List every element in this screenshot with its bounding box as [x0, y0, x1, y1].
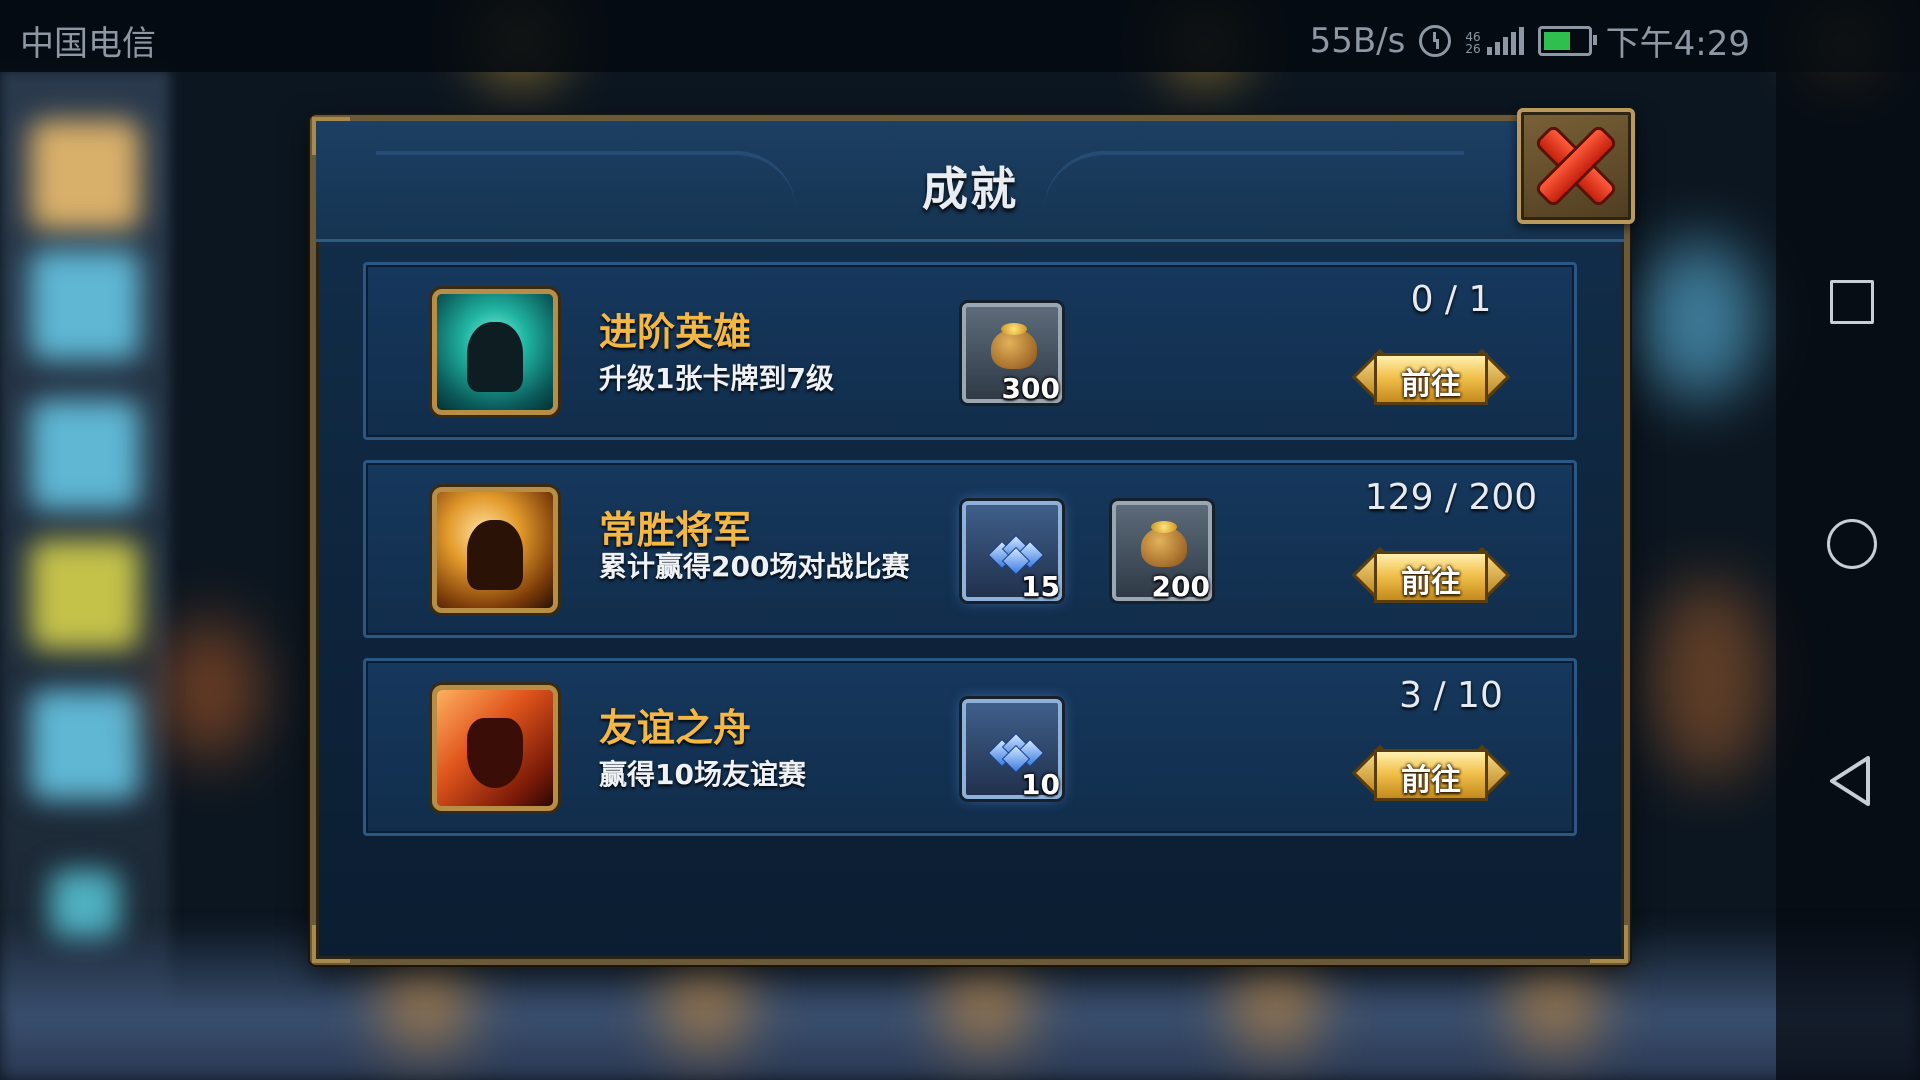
badge-art [437, 294, 553, 410]
reward-quantity: 300 [1001, 372, 1060, 405]
achievement-description: 累计赢得200场对战比赛 [599, 550, 910, 583]
badge-silhouette [467, 718, 523, 788]
badge-art [437, 690, 553, 806]
achievement-name: 常胜将军 [599, 508, 752, 552]
network-type-top: 46 [1465, 29, 1481, 44]
system-navigation-bar [1776, 72, 1920, 1080]
reward-slot: 200 [1112, 501, 1212, 603]
victory-general-icon [432, 487, 558, 613]
badge-silhouette [467, 520, 523, 590]
background-tile [30, 690, 140, 800]
background-blob [1230, 960, 1320, 1050]
achievement-description: 赢得10场友谊赛 [599, 758, 806, 791]
reward-slot: 15 [962, 501, 1062, 603]
goto-button[interactable]: 前往 [1351, 348, 1511, 409]
clock-time: 下午4:29 [1605, 24, 1750, 64]
signal-icon: 46 26 [1465, 26, 1524, 55]
goto-button-label: 前往 [1401, 367, 1461, 402]
gold-bag-icon [991, 323, 1037, 369]
achievement-progress: 129 / 200 [1364, 477, 1538, 518]
dialog-header: 成就 [316, 121, 1624, 242]
network-type-label: 46 26 [1465, 31, 1480, 55]
alarm-icon [1419, 24, 1452, 57]
reward-quantity: 200 [1151, 570, 1210, 603]
achievement-progress: 0 / 1 [1410, 279, 1492, 320]
goto-button-label: 前往 [1401, 565, 1461, 600]
background-blob [1510, 960, 1600, 1050]
reward-slot: 10 [962, 699, 1062, 801]
background-tile [30, 250, 140, 360]
achievement-row: 常胜将军 累计赢得200场对战比赛 15 200 129 / 200 前往 [363, 460, 1577, 638]
frame-corner [312, 925, 350, 963]
achievement-row: 进阶英雄 升级1张卡牌到7级 300 0 / 1 前往 [363, 262, 1577, 440]
background-tile [30, 400, 140, 510]
back-icon[interactable] [1828, 755, 1872, 807]
background-blob [1650, 580, 1770, 780]
achievement-name: 友谊之舟 [599, 706, 752, 750]
reward-quantity: 10 [1021, 768, 1060, 801]
carrier-name: 中国电信 [20, 24, 156, 64]
reward-quantity: 15 [1021, 570, 1060, 603]
achievement-row: 友谊之舟 赢得10场友谊赛 10 3 / 10 前往 [363, 658, 1577, 836]
gem-pile-icon [987, 533, 1045, 576]
status-bar: 中国电信 55B/s 46 26 下午4:29 [0, 0, 1920, 72]
gold-bag-icon [1141, 521, 1187, 567]
background-blob [660, 960, 750, 1050]
achievement-progress: 3 / 10 [1399, 675, 1503, 716]
frame-corner [1590, 925, 1628, 963]
background-blob [1640, 240, 1760, 400]
network-type-bottom: 26 [1465, 41, 1481, 56]
background-blob [160, 620, 260, 760]
background-tile [30, 120, 140, 230]
badge-silhouette [467, 322, 523, 392]
goto-button[interactable]: 前往 [1351, 546, 1511, 607]
badge-art [437, 492, 553, 608]
recent-apps-icon[interactable] [1830, 280, 1874, 324]
status-icons: 55B/s 46 26 下午4:29 [1310, 16, 1750, 65]
gem-pile-icon [987, 731, 1045, 774]
background-blob [940, 960, 1030, 1050]
achievement-name: 进阶英雄 [599, 310, 752, 354]
background-blob [380, 960, 470, 1050]
dialog-title: 成就 [922, 162, 1018, 216]
goto-button[interactable]: 前往 [1351, 744, 1511, 805]
home-icon[interactable] [1827, 519, 1877, 569]
background-tile [30, 540, 140, 650]
goto-button-label: 前往 [1401, 763, 1461, 798]
hero-upgrade-icon [432, 289, 558, 415]
achievement-description: 升级1张卡牌到7级 [599, 362, 834, 395]
battery-icon [1537, 25, 1597, 56]
network-speed: 55B/s [1309, 20, 1406, 61]
friendship-ship-icon [432, 685, 558, 811]
reward-slot: 300 [962, 303, 1062, 405]
close-button[interactable] [1517, 108, 1635, 224]
